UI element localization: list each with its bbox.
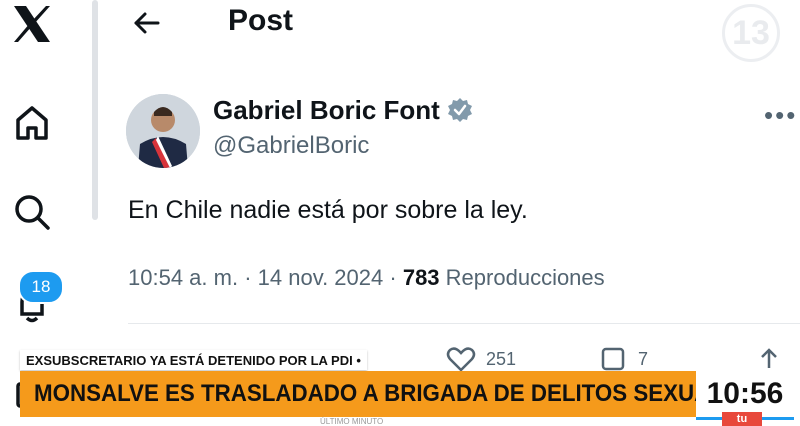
divider — [128, 323, 800, 324]
share-icon — [761, 348, 777, 368]
avatar[interactable] — [126, 94, 200, 168]
meta-separator: · — [389, 265, 397, 290]
page-title: Post — [228, 4, 294, 37]
repost-icon — [601, 347, 625, 371]
author-handle[interactable]: @GabrielBoric — [213, 132, 369, 160]
meta-separator: · — [244, 265, 252, 290]
channel-logo: 13 — [722, 4, 780, 62]
repost-count: 7 — [638, 348, 649, 369]
arrow-left-icon[interactable] — [130, 6, 164, 40]
views-label: Reproducciones — [445, 265, 605, 290]
search-icon[interactable] — [8, 188, 56, 236]
bottom-strip: ÚLTIMO MINUTO — [20, 417, 696, 426]
post-metadata: 10:54 a. m. · 14 nov. 2024 · 783 Reprodu… — [128, 265, 605, 291]
home-icon[interactable] — [8, 98, 56, 146]
views-count: 783 — [402, 265, 440, 290]
more-dots-icon[interactable]: ••• — [764, 100, 797, 131]
repost-button[interactable]: 7 — [600, 346, 648, 372]
author-name[interactable]: Gabriel Boric Font — [213, 95, 440, 126]
headline-bar: MONSALVE ES TRASLADADO A BRIGADA DE DELI… — [20, 371, 754, 417]
headline-text: MONSALVE ES TRASLADADO A BRIGADA DE DELI… — [34, 380, 754, 407]
verified-badge-icon — [446, 96, 474, 124]
share-button[interactable] — [756, 346, 782, 372]
ticker-top-text: EXSUBSCRETARIO YA ESTÁ DETENIDO POR LA P… — [26, 352, 361, 368]
notification-badge: 18 — [18, 270, 64, 304]
post-time[interactable]: 10:54 a. m. — [128, 265, 238, 290]
like-count: 251 — [486, 348, 517, 369]
x-logo-icon[interactable] — [8, 0, 56, 48]
sidebar-scrollbar[interactable] — [92, 0, 98, 220]
post-date[interactable]: 14 nov. 2024 — [258, 265, 384, 290]
ticker-top: EXSUBSCRETARIO YA ESTÁ DETENIDO POR LA P… — [20, 350, 367, 370]
channel-live-logo: tu — [722, 412, 762, 426]
heart-icon — [446, 347, 476, 372]
post-text: En Chile nadie está por sobre la ley. — [128, 196, 528, 224]
like-button[interactable]: 251 — [446, 346, 516, 372]
post-header: Post 13 — [110, 0, 800, 62]
